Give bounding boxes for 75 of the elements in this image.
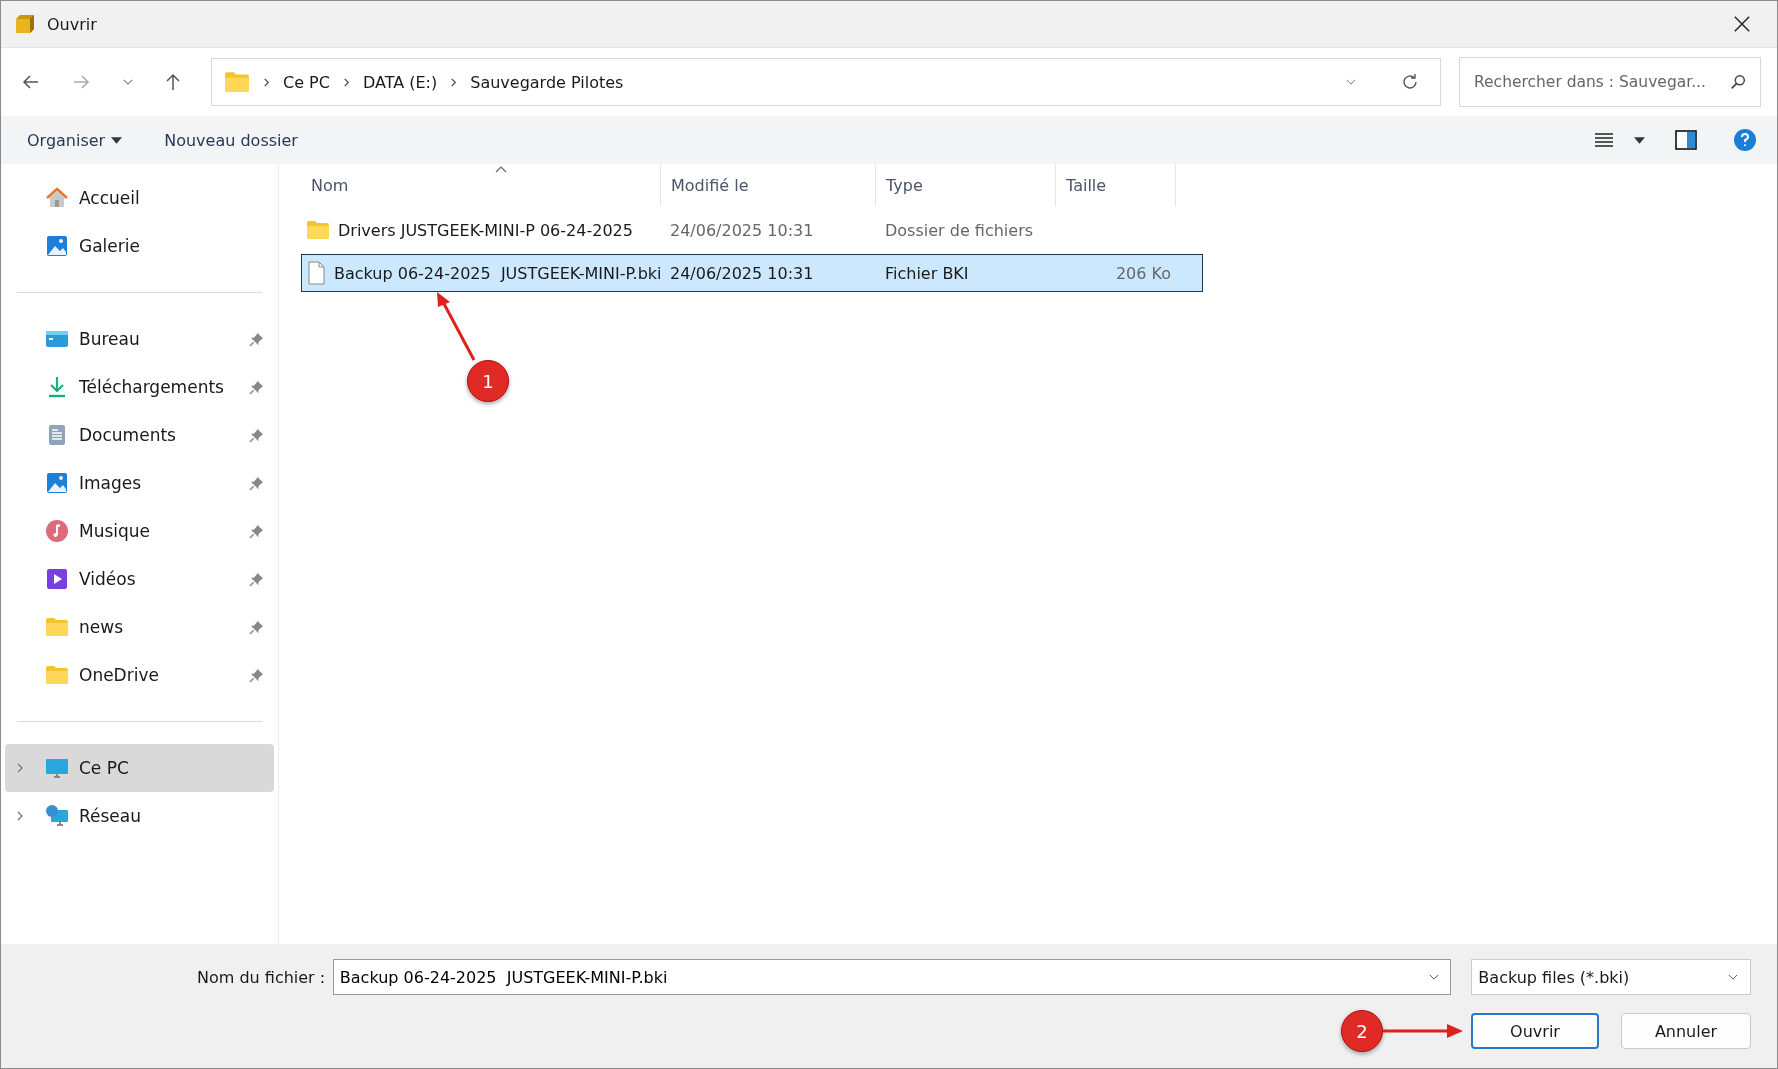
help-icon[interactable] [1733,128,1757,152]
sidebar-item[interactable]: news [5,603,274,651]
music-icon [45,519,69,543]
sidebar-item[interactable]: Vidéos [5,555,274,603]
window-title: Ouvrir [47,14,97,34]
search-icon [1729,73,1747,91]
filename-label: Nom du fichier : [197,967,327,987]
caret-icon[interactable] [1634,136,1645,144]
chevron-right-icon [262,77,271,87]
sidebar-item[interactable]: Galerie [5,222,274,270]
modified-date: 24/06/2025 10:31 [669,220,815,240]
annotation-badge: 2 [1341,1010,1383,1052]
chevron-right-icon [449,77,459,87]
column-header[interactable]: Taille [1056,164,1176,206]
address-bar[interactable]: Ce PC DATA (E:) Sauvegarde Pilotes [211,58,1441,106]
file-name: Backup 06-24-2025 JUSTGEEK-MINI-P.bki [334,263,662,283]
box-icon [13,12,37,36]
monitor-icon [45,756,69,780]
file-size: 206 Ko [1115,263,1171,283]
pin-icon[interactable] [249,523,264,539]
organize-menu[interactable]: Organiser [21,130,112,150]
pin-icon[interactable] [249,571,264,587]
file-type: Dossier de fichiers [884,220,1035,240]
caret-icon [111,136,123,144]
breadcrumb[interactable]: DATA (E:) [362,72,438,92]
annotation-badge: 1 [467,360,509,402]
breadcrumb[interactable]: Ce PC [283,72,330,92]
file-icon [306,261,326,285]
column-header[interactable]: Nom [301,164,661,206]
sidebar-item[interactable]: Documents [5,411,274,459]
breadcrumb[interactable]: Sauvegarde Pilotes [470,72,624,92]
chevron-right-icon [341,77,351,87]
house-icon [45,186,69,210]
image-icon [45,234,69,258]
pin-icon[interactable] [249,475,264,491]
refresh-icon[interactable] [1400,72,1420,92]
new-folder-button[interactable]: Nouveau dossier [158,130,304,150]
cancel-button[interactable]: Annuler [1621,1013,1751,1049]
sidebar-item[interactable]: Musique [5,507,274,555]
preview-pane-icon[interactable] [1675,130,1697,150]
pin-icon[interactable] [249,379,264,395]
file-row[interactable]: Drivers JUSTGEEK-MINI-P 06-24-2025 24/06/2025 10:31 Dossier de fichiers [301,211,1203,249]
pin-icon[interactable] [249,331,264,347]
file-name: Drivers JUSTGEEK-MINI-P 06-24-2025 [338,220,633,240]
sort-caret-icon [495,166,507,173]
sidebar-item[interactable]: Accueil [5,174,274,222]
file-type-dropdown[interactable]: Backup files (*.bki) [1471,959,1751,995]
chevron-right-icon[interactable] [15,763,25,773]
file-row[interactable]: Backup 06-24-2025 JUSTGEEK-MINI-P.bki 24/06/2025 10:31 Fichier BKI 206 Ko [301,254,1203,292]
sidebar-item[interactable]: Réseau [5,792,274,840]
pin-icon[interactable] [249,619,264,635]
list-view-icon[interactable] [1594,132,1614,148]
sidebar-item[interactable]: Bureau [5,315,274,363]
folder-icon [45,617,69,637]
folder-icon [224,71,250,93]
folder-icon [306,220,330,240]
filename-field[interactable]: Backup 06-24-2025 JUSTGEEK-MINI-P.bki [332,959,1452,995]
video-icon [45,567,69,591]
sidebar-item[interactable]: OneDrive [5,651,274,699]
sidebar-item[interactable]: Ce PC [5,744,274,792]
image-icon [45,471,69,495]
folder-icon [45,665,69,685]
close-icon[interactable] [1733,15,1751,33]
pin-icon[interactable] [249,667,264,683]
file-type: Fichier BKI [884,263,970,283]
modified-date: 24/06/2025 10:31 [669,263,815,283]
column-header[interactable]: Type [876,164,1056,206]
chevron-right-icon[interactable] [15,811,25,821]
pin-icon[interactable] [249,427,264,443]
column-header[interactable]: Modifié le [661,164,876,206]
open-button[interactable]: Ouvrir [1471,1013,1599,1049]
network-icon [45,804,69,828]
sidebar-item[interactable]: Images [5,459,274,507]
search-field[interactable]: Rechercher dans : Sauvegar... [1459,57,1761,107]
sidebar-item[interactable]: Téléchargements [5,363,274,411]
